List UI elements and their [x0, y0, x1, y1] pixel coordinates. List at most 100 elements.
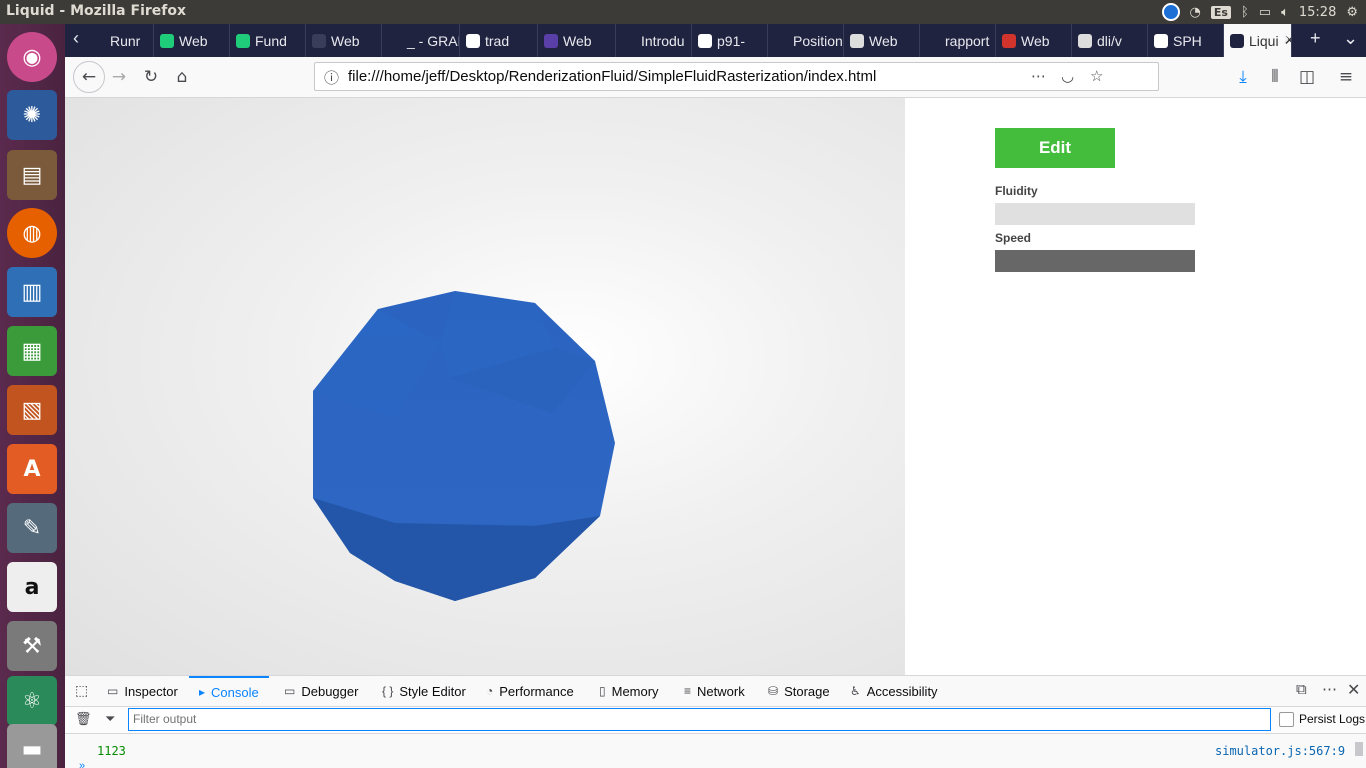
browser-tab[interactable]: Web	[538, 24, 616, 57]
power-icon[interactable]: ⚙	[1346, 5, 1358, 20]
back-button[interactable]: ←	[73, 61, 105, 93]
devtools-tab-performance[interactable]: ◔ Performance	[486, 676, 574, 706]
settings-app-icon[interactable]: ✺	[7, 90, 57, 140]
browser-tab[interactable]: _ - GRAD	[382, 24, 460, 57]
speed-slider[interactable]	[995, 250, 1195, 272]
browser-tab[interactable]: Liqui✕	[1224, 24, 1292, 57]
calc-icon[interactable]: ▦	[7, 326, 57, 376]
tab-label: Position	[793, 32, 843, 49]
firefox-icon[interactable]: ◍	[7, 208, 57, 258]
console-toolbar: 🗑︎ ⏷ Filter output Persist Logs	[65, 707, 1366, 734]
amazon-icon[interactable]: a	[7, 562, 57, 612]
browser-tab[interactable]: Runr	[85, 24, 154, 57]
sidebar-icon[interactable]: ◫	[1295, 65, 1319, 89]
browser-tab[interactable]: dli/v	[1072, 24, 1148, 57]
console-input-prompt-icon[interactable]: »	[79, 760, 85, 768]
network-icon: ≡	[684, 684, 692, 698]
clock[interactable]: 15:28	[1299, 5, 1336, 20]
devtools-options-icon[interactable]: ⋯	[1322, 680, 1337, 698]
url-bar[interactable]: ⓘ file:///home/jeff/Desktop/Renderizatio…	[314, 62, 1159, 91]
forward-button[interactable]: →	[107, 65, 131, 89]
browser-tab[interactable]: p91-	[692, 24, 768, 57]
teamviewer-icon[interactable]	[1161, 3, 1180, 21]
browser-tab[interactable]: Web	[154, 24, 230, 57]
ubuntu-dash-icon[interactable]: ◉	[7, 32, 57, 82]
edit-button[interactable]: Edit	[995, 128, 1115, 168]
atom-icon[interactable]: ⚛	[7, 676, 57, 726]
devtools-tab-label: Storage	[784, 683, 830, 699]
battery-icon[interactable]: ▭	[1259, 5, 1271, 20]
text-editor-icon[interactable]: ✎	[7, 503, 57, 553]
tab-label: p91-	[717, 32, 746, 49]
filter-icon[interactable]: ⏷	[105, 711, 115, 727]
bookmark-star-icon[interactable]: ☆	[1090, 67, 1103, 85]
browser-tab[interactable]: Web	[306, 24, 382, 57]
devtools-panel: ⬚ ▭ Inspector ▸ Console ▭ Debugger { } Style Ed…	[65, 675, 1366, 768]
devtools-tab-inspector[interactable]: ▭ Inspector	[107, 676, 178, 706]
dock-side-icon[interactable]: ⧉	[1296, 681, 1307, 698]
fluidity-slider[interactable]	[995, 203, 1195, 225]
library-icon[interactable]: ⫴	[1263, 65, 1287, 89]
devtools-tab-style-editor[interactable]: { } Style Editor	[382, 676, 466, 706]
browser-tab[interactable]: trad	[460, 24, 538, 57]
tab-favicon-icon	[1230, 33, 1244, 48]
speed-label: Speed	[995, 231, 1032, 245]
tab-favicon-icon	[388, 33, 402, 48]
system-tools-icon[interactable]: ⚒	[7, 621, 57, 671]
window-title: Liquid - Mozilla Firefox	[6, 3, 187, 19]
keyboard-layout-indicator[interactable]: Es	[1210, 5, 1231, 19]
tab-list-chevron-icon[interactable]: ⌄	[1343, 28, 1358, 49]
console-scrollbar[interactable]	[1355, 742, 1363, 756]
browser-tab[interactable]: rapport	[920, 24, 996, 57]
home-button[interactable]: ⌂	[170, 65, 194, 89]
pocket-icon[interactable]: ◡	[1061, 67, 1074, 85]
console-log-source[interactable]: simulator.js:567:9	[1215, 744, 1345, 758]
writer-icon[interactable]: ▥	[7, 267, 57, 317]
devtools-tab-accessibility[interactable]: ♿︎ Accessibility	[850, 676, 938, 706]
impress-icon[interactable]: ▧	[7, 385, 57, 435]
persist-logs-checkbox[interactable]	[1279, 712, 1294, 727]
filter-output-input[interactable]: Filter output	[128, 708, 1271, 731]
browser-tab[interactable]: Fund	[230, 24, 306, 57]
devtools-tab-storage[interactable]: ⛁ Storage	[768, 676, 830, 706]
clear-console-icon[interactable]: 🗑︎	[75, 711, 92, 727]
tabs-scroll-right-icon[interactable]: ›	[1283, 28, 1289, 49]
devtools-tab-memory[interactable]: ▯ Memory	[599, 676, 659, 706]
tabs-scroll-left-icon[interactable]: ‹	[73, 28, 79, 49]
page-actions-icon[interactable]: ⋯	[1031, 67, 1046, 85]
new-tab-button[interactable]: +	[1310, 28, 1321, 49]
tab-label: Web	[331, 32, 360, 49]
tab-label: Web	[563, 32, 592, 49]
downloads-icon[interactable]: ⤓	[1231, 65, 1255, 89]
top-panel: Liquid - Mozilla Firefox ◔ Es ᛒ ▭ 🔈︎ 15:…	[0, 0, 1366, 24]
tab-label: rapport	[945, 32, 990, 49]
browser-tab[interactable]: SPH	[1148, 24, 1224, 57]
bluetooth-icon[interactable]: ᛒ	[1241, 5, 1249, 20]
tab-favicon-icon	[926, 33, 940, 48]
element-picker-icon[interactable]: ⬚	[75, 682, 88, 699]
reload-button[interactable]: ↻	[139, 65, 163, 89]
site-info-icon[interactable]: ⓘ	[324, 67, 339, 88]
browser-tab[interactable]: Web	[844, 24, 920, 57]
menu-hamburger-icon[interactable]: ≡	[1334, 65, 1358, 89]
url-text[interactable]: file:///home/jeff/Desktop/RenderizationF…	[348, 68, 876, 85]
browser-tab[interactable]: Introdu	[616, 24, 692, 57]
browser-tab[interactable]: Position	[768, 24, 844, 57]
tab-label: dli/v	[1097, 32, 1122, 49]
workspaces-icon[interactable]: ▬	[7, 724, 57, 768]
browser-tab[interactable]: Web	[996, 24, 1072, 57]
persist-logs-label: Persist Logs	[1299, 712, 1366, 726]
devtools-tab-network[interactable]: ≡ Network	[684, 676, 745, 706]
files-icon[interactable]: ▤	[7, 150, 57, 200]
devtools-tab-debugger[interactable]: ▭ Debugger	[284, 676, 358, 706]
tab-strip: ‹ Runr Web Fund Web _ - GRAD trad Web Introdu p9…	[65, 24, 1366, 57]
devtools-tab-console[interactable]: ▸ Console	[189, 676, 269, 706]
system-tray: ◔ Es ᛒ ▭ 🔈︎ 15:28 ⚙	[1161, 2, 1358, 22]
tab-favicon-icon	[774, 33, 788, 48]
wifi-icon[interactable]: ◔	[1190, 5, 1201, 20]
close-devtools-icon[interactable]: ✕	[1347, 680, 1360, 700]
tab-label: Web	[869, 32, 898, 49]
render-canvas[interactable]	[65, 98, 905, 675]
software-center-icon[interactable]: A	[7, 444, 57, 494]
volume-icon[interactable]: 🔈︎	[1281, 5, 1289, 20]
